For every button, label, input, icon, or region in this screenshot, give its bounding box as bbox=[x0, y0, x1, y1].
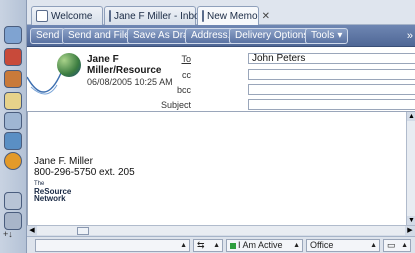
chevron-up-icon: ▲ bbox=[293, 242, 300, 249]
tab-label: Welcome bbox=[51, 10, 93, 22]
toolbar-overflow-icon[interactable]: » bbox=[407, 30, 413, 42]
to-field[interactable]: John Peters bbox=[248, 53, 415, 64]
logo-network: Network bbox=[34, 194, 66, 203]
scroll-right-icon[interactable]: ▶ bbox=[405, 226, 415, 236]
calendar-icon[interactable] bbox=[4, 48, 22, 66]
databases-icon[interactable] bbox=[4, 192, 22, 210]
status-bar: ▲ ⇆ ▲ I Am Active ▲ Office ▲ ▭ ▲ bbox=[27, 236, 415, 253]
chevron-up-icon: ▲ bbox=[180, 242, 187, 249]
status-extra-menu[interactable]: ▭ ▲ bbox=[383, 239, 411, 252]
presence-label: I Am Active bbox=[238, 240, 283, 250]
bcc-field[interactable] bbox=[248, 84, 415, 95]
replicator-icon[interactable] bbox=[4, 112, 22, 130]
resource-network-logo: The ReSource Network bbox=[34, 181, 71, 203]
memo-body-editor[interactable]: Jane F. Miller 800-296-5750 ext. 205 The… bbox=[27, 112, 406, 225]
mail-icon[interactable] bbox=[4, 26, 22, 44]
subject-field[interactable] bbox=[248, 99, 415, 110]
to-label[interactable]: To bbox=[151, 54, 191, 64]
action-toolbar: Send Send and File... Save As Draft Addr… bbox=[27, 25, 415, 47]
sender-avatar bbox=[57, 53, 81, 77]
tools-menu-button[interactable]: Tools bbox=[305, 28, 349, 44]
signature-phone: 800-296-5750 ext. 205 bbox=[34, 167, 135, 178]
home-icon bbox=[36, 10, 48, 22]
todo-icon[interactable] bbox=[4, 92, 22, 110]
close-icon[interactable]: ✕ bbox=[262, 11, 270, 22]
scroll-up-icon[interactable]: ▲ bbox=[407, 112, 415, 121]
cc-label: cc bbox=[182, 70, 191, 80]
sametime-icon[interactable] bbox=[4, 132, 22, 150]
signature: Jane F. Miller 800-296-5750 ext. 205 bbox=[34, 156, 135, 178]
left-sidebar: +↓ bbox=[0, 0, 27, 253]
chevron-up-icon: ▲ bbox=[213, 242, 220, 249]
location-label: Office bbox=[310, 240, 334, 250]
scroll-down-icon[interactable]: ▼ bbox=[407, 216, 415, 225]
horizontal-scrollbar[interactable]: ◀ ▶ bbox=[27, 225, 415, 236]
link-icon: ⇆ bbox=[197, 240, 205, 250]
scroll-left-icon[interactable]: ◀ bbox=[27, 226, 37, 236]
send-button[interactable]: Send bbox=[30, 28, 66, 44]
memo-icon bbox=[202, 10, 204, 22]
workspace-icon[interactable] bbox=[4, 212, 22, 230]
tab-strip: Welcome Jane F Miller - Inbox ✕ New Memo… bbox=[27, 0, 415, 25]
sidebar-scroll-arrows[interactable]: +↓ bbox=[3, 229, 13, 239]
status-message-box[interactable]: ▲ bbox=[35, 239, 190, 252]
subject-label: Subject bbox=[160, 100, 191, 110]
cc-field[interactable] bbox=[248, 69, 415, 80]
contacts-icon[interactable] bbox=[4, 70, 22, 88]
signature-name: Jane F. Miller bbox=[34, 156, 93, 167]
tab-label: New Memo bbox=[207, 10, 258, 22]
memo-header: Jane F Miller/Resource 06/08/2005 10:25 … bbox=[27, 47, 415, 112]
tab-welcome[interactable]: Welcome bbox=[31, 6, 103, 25]
bcc-label: bcc bbox=[176, 85, 191, 95]
tab-label: Jane F Miller - Inbox bbox=[114, 10, 205, 22]
tab-inbox[interactable]: Jane F Miller - Inbox ✕ bbox=[104, 6, 217, 25]
vertical-scrollbar[interactable]: ▲ ▼ bbox=[406, 112, 415, 225]
scroll-thumb[interactable] bbox=[77, 227, 89, 235]
connection-indicator[interactable]: ⇆ ▲ bbox=[193, 239, 223, 252]
location-status[interactable]: Office ▲ bbox=[306, 239, 380, 252]
chevron-up-icon: ▲ bbox=[401, 242, 408, 249]
window-icon: ▭ bbox=[387, 240, 396, 250]
presence-dot-icon bbox=[230, 242, 236, 249]
tab-new-memo[interactable]: New Memo ✕ bbox=[197, 6, 270, 25]
inbox-icon bbox=[109, 10, 111, 22]
feeds-icon[interactable] bbox=[4, 152, 22, 170]
chevron-up-icon: ▲ bbox=[370, 242, 377, 249]
presence-status[interactable]: I Am Active ▲ bbox=[226, 239, 303, 252]
